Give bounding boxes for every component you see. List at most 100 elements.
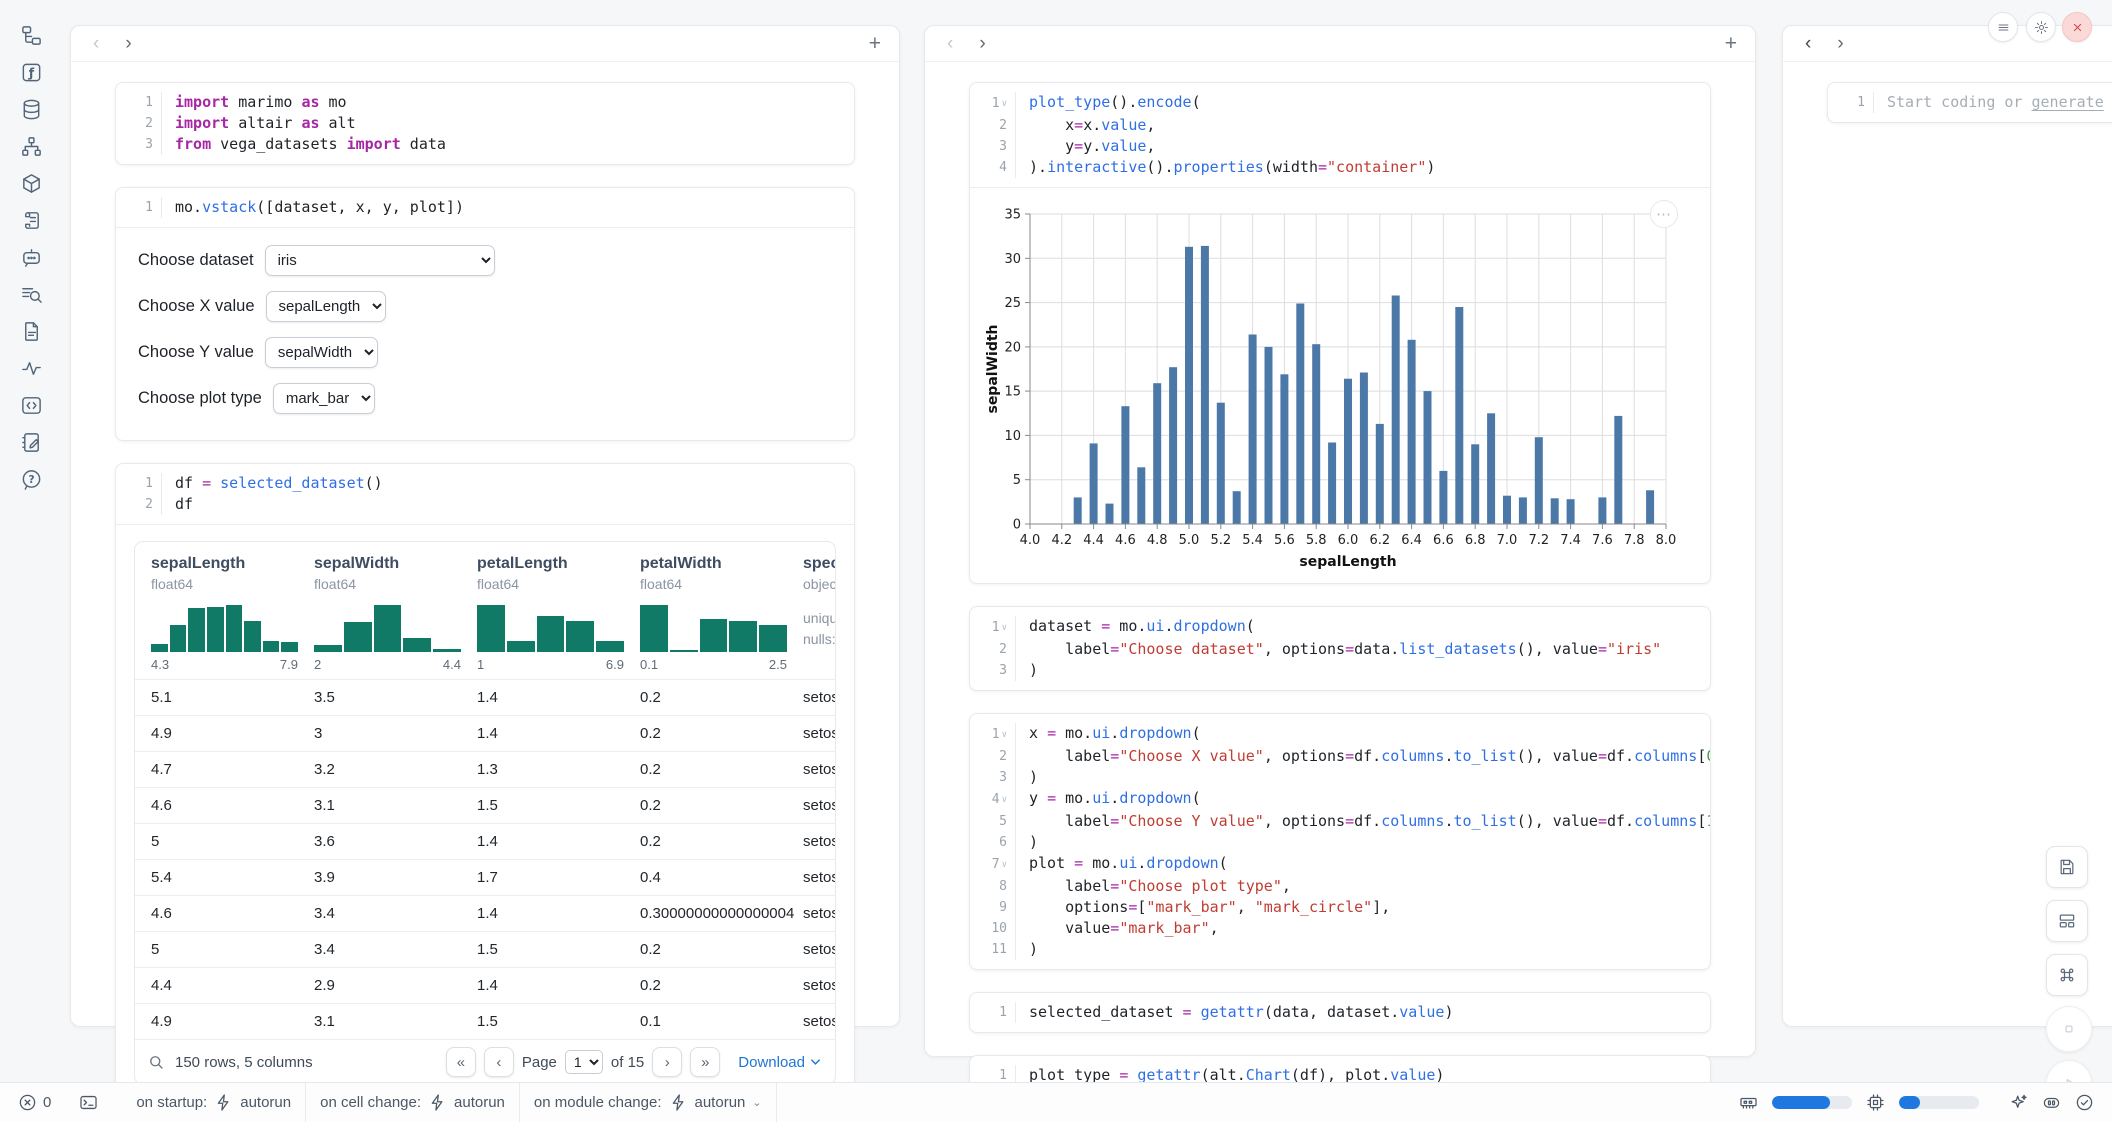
generate-ai-link[interactable]: generate [2032,93,2104,111]
sidebar-item-snippets[interactable] [18,318,44,344]
line-number: 2 [970,639,1016,660]
table-row[interactable]: 4.93.11.50.1setosa [135,1003,835,1039]
dataset-control-row: Choose dataset iris [138,244,832,276]
last-page-icon[interactable]: » [690,1047,720,1077]
svg-text:5.8: 5.8 [1306,533,1327,548]
column-move-right-icon[interactable]: › [121,34,135,53]
table-row[interactable]: 4.73.21.30.2setosa [135,751,835,787]
sidebar-item-code-panel[interactable] [18,392,44,418]
terminal-button[interactable] [65,1083,112,1122]
histogram-range: 0.12.5 [640,657,787,679]
column-move-right-icon[interactable]: › [975,34,989,53]
code-editor[interactable]: 1df = selected_dataset()2df [116,464,854,524]
table-row[interactable]: 5.13.51.40.2setosa [135,679,835,715]
add-column-icon[interactable]: + [869,33,881,54]
table-row[interactable]: 53.61.40.2setosa [135,823,835,859]
code-editor[interactable]: 1∨x = mo.ui.dropdown(2 label="Choose X v… [970,714,1710,969]
svg-text:6.6: 6.6 [1433,533,1454,548]
first-page-icon[interactable]: « [446,1047,476,1077]
x-control-row: Choose X value sepalLength [138,290,832,322]
table-row[interactable]: 4.931.40.2setosa [135,715,835,751]
shutdown-button[interactable] [2062,12,2092,42]
save-button[interactable] [2046,846,2088,888]
line-number: 1∨ [970,92,1016,115]
column-name[interactable]: petalLength [477,555,624,573]
dataset-select[interactable]: iris [265,245,495,276]
download-link[interactable]: Download [738,1054,821,1071]
chart-menu-icon[interactable]: ⋯ [1650,200,1678,228]
line-number: 1 [970,1002,1016,1023]
stop-button[interactable] [2046,1006,2092,1052]
sidebar-item-tracing[interactable] [18,281,44,307]
column-move-left-icon[interactable]: ‹ [89,34,103,53]
dataframe-output: sepalLengthfloat644.37.9sepalWidthfloat6… [116,524,854,1085]
search-icon[interactable] [147,1053,165,1071]
code-editor[interactable]: 1selected_dataset = getattr(data, datase… [970,993,1710,1032]
ram-icon [1739,1093,1758,1112]
keyboard-shortcuts-button[interactable] [2046,954,2088,996]
code-editor[interactable]: 1import marimo as mo2import altair as al… [116,83,854,164]
sidebar-item-packages[interactable] [18,170,44,196]
x-select[interactable]: sepalLength [266,291,386,322]
svg-text:4.6: 4.6 [1115,533,1136,548]
svg-text:5.2: 5.2 [1210,533,1231,548]
sidebar-item-ai-chat[interactable] [18,244,44,270]
svg-text:6.2: 6.2 [1369,533,1390,548]
page-select[interactable]: 1 [565,1050,603,1074]
code-brackets-icon [20,394,43,417]
icon-sidebar: ƒ ? [0,0,62,1082]
sparkles-ai-icon[interactable] [2009,1093,2028,1112]
code-editor[interactable]: 1∨plot_type().encode(2 x=x.value,3 y=y.v… [970,83,1710,187]
table-row[interactable]: 5.43.91.70.4setosa [135,859,835,895]
code-editor[interactable]: 1∨dataset = mo.ui.dropdown(2 label="Choo… [970,607,1710,690]
y-select[interactable]: sepalWidth [265,337,378,368]
column-stats: uniquenulls: [803,608,835,650]
histogram-range: 16.9 [477,657,624,679]
bar-chart-svg[interactable]: 4.04.24.44.64.85.05.25.45.65.86.06.26.46… [984,202,1676,574]
sidebar-item-help[interactable]: ? [18,466,44,492]
svg-text:7.2: 7.2 [1528,533,1549,548]
sidebar-item-activity[interactable] [18,355,44,381]
line-number: 1 [116,473,162,494]
column-name[interactable]: petalWidth [640,555,787,573]
prev-page-icon[interactable]: ‹ [484,1047,514,1077]
on-cell-change-setting[interactable]: on cell change: autorun [305,1083,519,1122]
code-editor[interactable]: 1mo.vstack([dataset, x, y, plot]) [116,188,854,227]
table-row[interactable]: 4.63.11.50.2setosa [135,787,835,823]
column-move-left-icon[interactable]: ‹ [943,34,957,53]
table-row[interactable]: 4.42.91.40.2setosa [135,967,835,1003]
error-indicator[interactable]: 0 [0,1083,65,1122]
code-editor[interactable]: 1 Start coding or generate with AI [1828,83,2112,122]
column-name[interactable]: sepalWidth [314,555,461,573]
notebook-menu-button[interactable] [1988,12,2018,42]
layout-button[interactable] [2046,900,2088,942]
column-move-right-icon[interactable]: › [1833,34,1847,53]
plot-select[interactable]: mark_bar [273,383,375,414]
dataframe-table: sepalLengthfloat644.37.9sepalWidthfloat6… [134,541,836,1085]
sidebar-item-datasources[interactable] [18,96,44,122]
error-count: 0 [43,1094,51,1111]
table-row[interactable]: 4.63.41.40.30000000000000004setosa [135,895,835,931]
column-move-left-icon[interactable]: ‹ [1801,34,1815,53]
svg-text:?: ? [28,473,34,485]
on-startup-setting[interactable]: on startup: autorun [122,1083,305,1122]
sidebar-item-logs[interactable] [18,207,44,233]
sidebar-item-variables[interactable]: ƒ [18,59,44,85]
add-column-icon[interactable]: + [1725,33,1737,54]
df-column-header: sepalLengthfloat644.37.9 [151,555,314,679]
column-name[interactable]: species [803,555,835,573]
connection-check-icon[interactable] [2075,1093,2094,1112]
sidebar-item-dependencies[interactable] [18,133,44,159]
table-row[interactable]: 53.41.50.2setosa [135,931,835,967]
next-page-icon[interactable]: › [652,1047,682,1077]
sidebar-item-files[interactable] [18,22,44,48]
page-of-label: of 15 [611,1054,644,1071]
copilot-icon[interactable] [2042,1093,2061,1112]
df-column-header: petalWidthfloat640.12.5 [640,555,803,679]
settings-button[interactable] [2026,12,2056,42]
on-module-change-setting[interactable]: on module change: autorun ⌄ [519,1083,777,1122]
sidebar-item-scratchpad[interactable] [18,429,44,455]
column-name[interactable]: sepalLength [151,555,298,573]
save-icon [2057,857,2077,877]
activity-pulse-icon [20,357,43,380]
